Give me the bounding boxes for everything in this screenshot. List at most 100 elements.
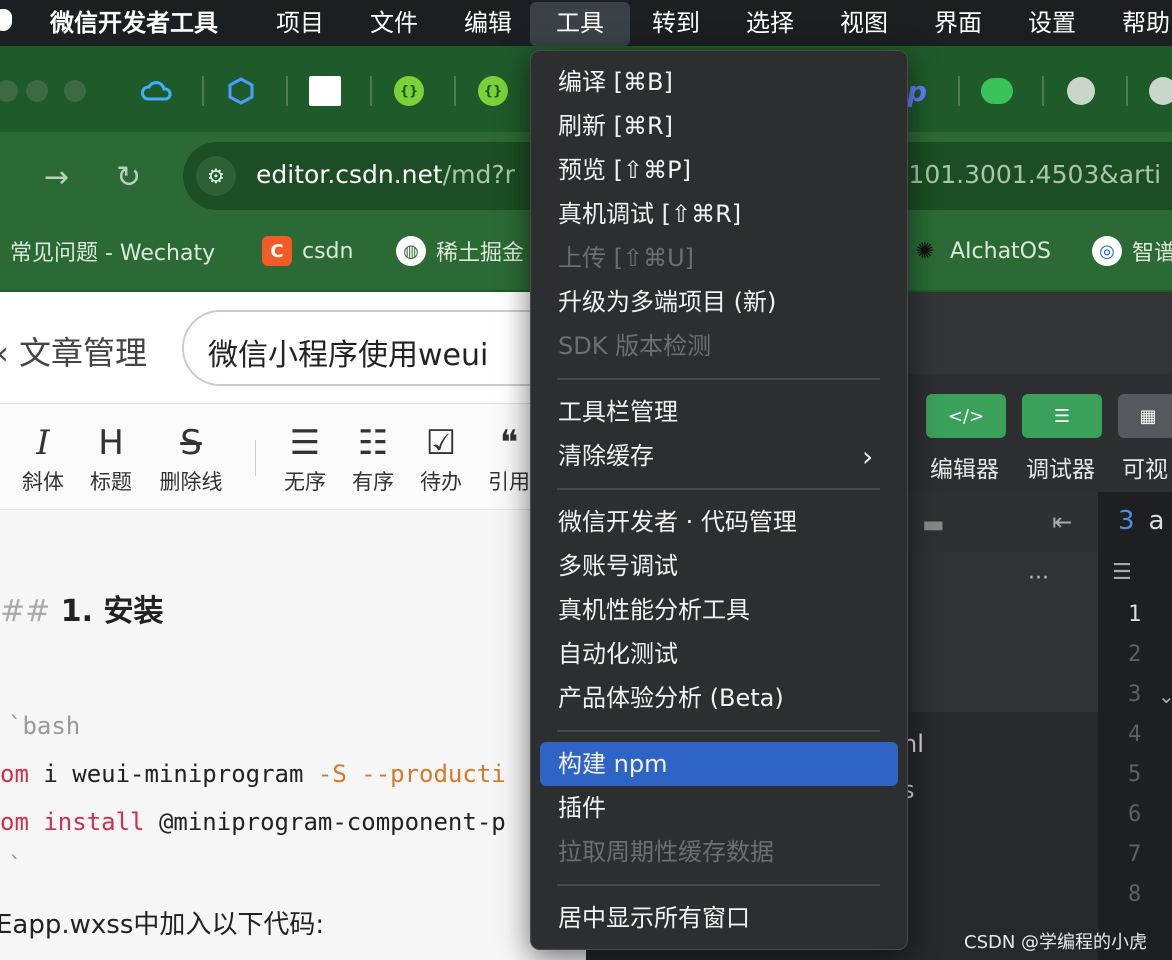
menu-item-center-windows[interactable]: 居中显示所有窗口 bbox=[558, 898, 750, 938]
code-line-1[interactable]: om i weui-miniprogram -S --producti bbox=[0, 760, 506, 788]
forward-arrow-icon[interactable]: → bbox=[44, 160, 69, 195]
menu-item-performance-tool[interactable]: 真机性能分析工具 bbox=[558, 590, 750, 630]
menu-item-upload: 上传 [⇧⌘U] bbox=[558, 244, 695, 272]
line-number: 1 bbox=[1128, 602, 1142, 627]
menu-select[interactable]: 选择 bbox=[746, 0, 794, 46]
line-number: 5 bbox=[1128, 762, 1142, 787]
doc-paragraph[interactable]: Eapp.wxss中加入以下代码: bbox=[0, 904, 324, 941]
back-label: 文章管理 bbox=[18, 334, 147, 372]
strikethrough-button[interactable]: S 删除线 bbox=[156, 420, 226, 496]
outline-list-icon[interactable]: ☰ bbox=[1112, 560, 1132, 585]
url-text[interactable]: editor.csdn.net/md?r bbox=[256, 160, 515, 189]
visual-label: 可视 bbox=[1122, 457, 1168, 483]
code-token: install bbox=[28, 808, 145, 836]
menu-item-automation-test[interactable]: 自动化测试 bbox=[558, 634, 678, 674]
menu-item-plugins[interactable]: 插件 bbox=[558, 788, 606, 828]
globe-icon[interactable] bbox=[1064, 74, 1098, 108]
todo-label: 待办 bbox=[420, 470, 462, 494]
tab-divider bbox=[958, 76, 960, 106]
debugger-toggle-button[interactable]: ☰ bbox=[1022, 394, 1102, 438]
menu-file[interactable]: 文件 bbox=[370, 0, 418, 46]
italic-button[interactable]: I 斜体 bbox=[8, 420, 78, 496]
css-file-icon: 3 bbox=[1118, 506, 1135, 536]
code-line-2[interactable]: om install @miniprogram-component-p bbox=[0, 808, 506, 836]
menu-separator bbox=[557, 378, 880, 380]
heading-text: 1. 安装 bbox=[60, 594, 164, 629]
code-fence-close[interactable]: ` bbox=[8, 852, 22, 880]
menu-help[interactable]: 帮助 bbox=[1122, 0, 1170, 46]
bookmark-wechaty[interactable]: 常见问题 - Wechaty bbox=[10, 236, 215, 266]
json-braces-icon[interactable]: {} bbox=[392, 74, 426, 108]
ordered-list-icon: ☷ bbox=[357, 423, 389, 463]
cloud-icon[interactable] bbox=[140, 74, 174, 108]
strikethrough-label: 删除线 bbox=[159, 470, 223, 494]
strikethrough-icon: S bbox=[180, 423, 202, 463]
more-options-icon[interactable]: ··· bbox=[1028, 566, 1049, 591]
back-to-article-management[interactable]: ‹ 文章管理 bbox=[0, 328, 147, 374]
window-zoom-button[interactable] bbox=[64, 80, 86, 102]
menu-goto[interactable]: 转到 bbox=[652, 0, 700, 46]
code-token: i weui-miniprogram bbox=[28, 760, 318, 788]
url-path: /md?r bbox=[442, 160, 515, 189]
tab-divider bbox=[370, 76, 372, 106]
menu-item-toolbar-manage[interactable]: 工具栏管理 bbox=[558, 392, 678, 432]
ordered-list-button[interactable]: ☷ 有序 bbox=[338, 420, 408, 496]
submenu-chevron-icon: › bbox=[862, 440, 874, 473]
globe-icon[interactable] bbox=[1146, 74, 1172, 108]
menu-item-code-management[interactable]: 微信开发者 · 代码管理 bbox=[558, 502, 797, 542]
unordered-list-button[interactable]: ☰ 无序 bbox=[270, 420, 340, 496]
menu-item-preview[interactable]: 预览 [⇧⌘P] bbox=[558, 150, 691, 190]
collapse-sidebar-icon[interactable]: ⇤ bbox=[1052, 508, 1072, 536]
menu-item-experience-analysis[interactable]: 产品体验分析 (Beta) bbox=[558, 678, 784, 718]
code-token: -S --producti bbox=[317, 760, 506, 788]
markdown-editor[interactable] bbox=[0, 510, 600, 960]
menu-separator bbox=[557, 730, 880, 732]
menu-item-sdk-check: SDK 版本检测 bbox=[558, 332, 712, 360]
bookmark-zhipu[interactable]: ◎ 智谱 bbox=[1092, 236, 1172, 266]
menu-item-refresh[interactable]: 刷新 [⌘R] bbox=[558, 106, 673, 146]
fold-chevron-icon[interactable]: ⌄ bbox=[1158, 684, 1172, 708]
menu-item-build-npm[interactable]: 构建 npm bbox=[558, 744, 667, 784]
site-thumbnail-icon[interactable] bbox=[308, 74, 342, 108]
heading-icon: H bbox=[98, 423, 124, 463]
menu-tools[interactable]: 工具 bbox=[530, 2, 630, 46]
url-host: editor.csdn.net bbox=[256, 160, 443, 189]
bookmark-label: csdn bbox=[302, 238, 354, 264]
visual-toggle-button[interactable]: ▦ bbox=[1118, 394, 1172, 438]
menu-item-clear-cache[interactable]: 清除缓存 bbox=[558, 436, 654, 476]
site-settings-icon[interactable]: ⚙ bbox=[196, 156, 236, 196]
heading-button[interactable]: H 标题 bbox=[76, 420, 146, 496]
menu-interface[interactable]: 界面 bbox=[934, 0, 982, 46]
italic-label: 斜体 bbox=[22, 470, 64, 494]
doc-heading[interactable]: ## 1. 安装 bbox=[0, 586, 163, 630]
bookmark-juejin[interactable]: ◍ 稀土掘金 bbox=[396, 236, 524, 266]
menu-item-compile[interactable]: 编译 [⌘B] bbox=[558, 62, 673, 102]
debugger-label: 调试器 bbox=[1026, 457, 1095, 483]
bookmark-csdn[interactable]: Ccsdn bbox=[262, 236, 353, 266]
json-braces-icon[interactable]: {} bbox=[476, 74, 510, 108]
cube-icon[interactable] bbox=[224, 74, 258, 108]
menu-app-name[interactable]: 微信开发者工具 bbox=[50, 0, 218, 46]
menu-view[interactable]: 视图 bbox=[840, 0, 888, 46]
heading-label: 标题 bbox=[90, 470, 132, 494]
bookmark-label: 常见问题 - Wechaty bbox=[10, 241, 216, 266]
editor-file-tab[interactable]: 3a bbox=[1118, 506, 1164, 536]
menu-item-multi-account-debug[interactable]: 多账号调试 bbox=[558, 546, 678, 586]
tab-divider bbox=[1126, 76, 1128, 106]
menu-settings[interactable]: 设置 bbox=[1028, 0, 1076, 46]
reload-icon[interactable]: ↻ bbox=[116, 160, 141, 195]
todo-button[interactable]: ☑ 待办 bbox=[406, 420, 476, 496]
wechat-icon[interactable] bbox=[980, 74, 1014, 108]
menu-project[interactable]: 项目 bbox=[276, 0, 324, 46]
bookmark-aichatos[interactable]: ✺ AIchatOS bbox=[910, 236, 1051, 266]
openai-logo-icon: ✺ bbox=[915, 238, 935, 264]
menu-item-device-debug[interactable]: 真机调试 [⇧⌘R] bbox=[558, 194, 741, 234]
tab-divider bbox=[454, 76, 456, 106]
docker-icon[interactable]: ▬ bbox=[922, 510, 945, 538]
apple-logo-icon[interactable] bbox=[0, 9, 12, 31]
editor-toggle-button[interactable]: </> bbox=[926, 394, 1006, 438]
code-fence-open[interactable]: `bash bbox=[8, 712, 80, 740]
window-minimize-button[interactable] bbox=[26, 80, 48, 102]
menu-edit[interactable]: 编辑 bbox=[464, 0, 512, 46]
menu-item-upgrade-multiplatform[interactable]: 升级为多端项目 (新) bbox=[558, 282, 776, 322]
